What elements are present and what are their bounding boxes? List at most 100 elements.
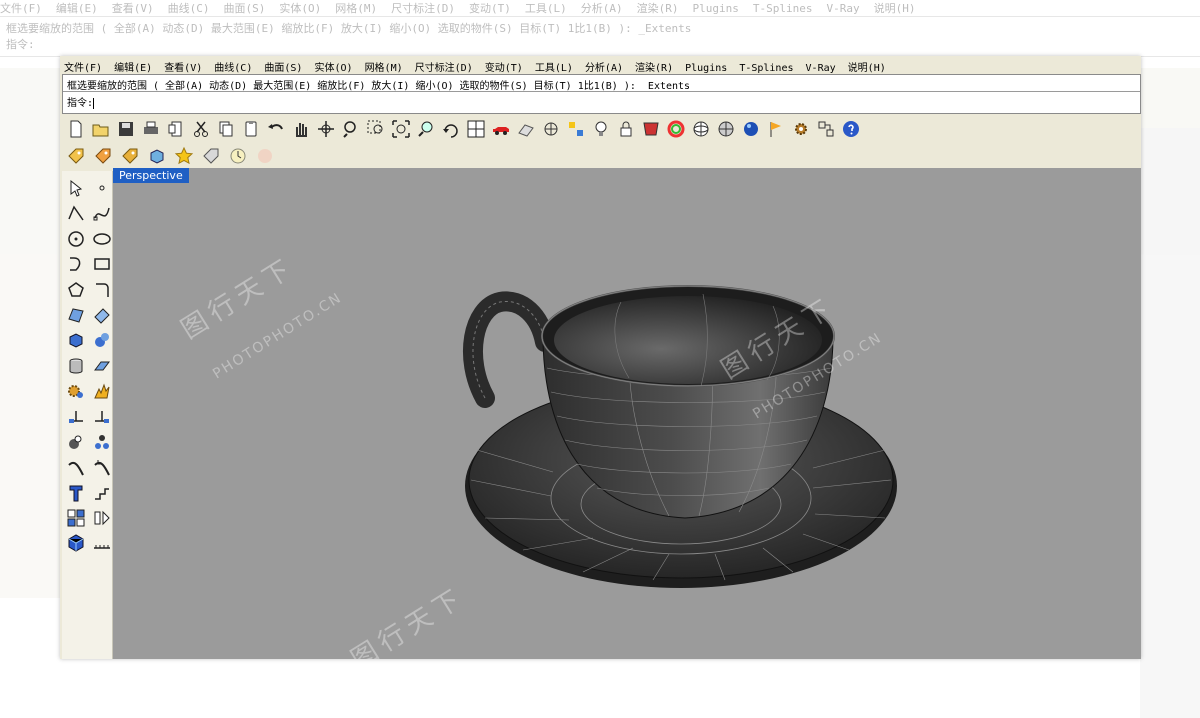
menu-transform[interactable]: 变动(T) (485, 56, 523, 74)
offset-icon[interactable] (90, 455, 114, 479)
tag-yellow-icon[interactable] (64, 145, 88, 167)
ghost-menu: 文件(F) 编辑(E) 查看(V) 曲线(C) 曲面(S) 实体(O) 网格(M) 尺寸标注(… (0, 2, 916, 14)
blue-sphere-icon[interactable] (739, 118, 763, 140)
split-icon[interactable] (64, 405, 88, 429)
viewport-title-tab[interactable]: Perspective (113, 168, 189, 183)
sphere-wire-icon[interactable] (689, 118, 713, 140)
target-icon[interactable] (539, 118, 563, 140)
group-icon[interactable] (64, 506, 88, 530)
command-label: 指令: (67, 98, 94, 109)
ellipse-icon[interactable] (90, 227, 114, 251)
sphere-solid-icon[interactable] (90, 328, 114, 352)
tool-palette (62, 171, 113, 659)
snap-icon[interactable] (564, 118, 588, 140)
menu-help[interactable]: 说明(H) (848, 56, 886, 74)
vray-icon[interactable] (253, 145, 277, 167)
point-icon[interactable] (90, 176, 114, 200)
layer-icon[interactable] (90, 506, 114, 530)
ruler-icon[interactable] (90, 531, 114, 555)
copy-icon[interactable] (214, 118, 238, 140)
menu-view[interactable]: 查看(V) (164, 56, 202, 74)
undo-icon[interactable] (264, 118, 288, 140)
print-icon[interactable] (139, 118, 163, 140)
box-solid-icon[interactable] (64, 328, 88, 352)
color-wheel-icon[interactable] (664, 118, 688, 140)
help-icon[interactable] (839, 118, 863, 140)
dimension-icon[interactable] (814, 118, 838, 140)
rhino-window: 文件(F) 编辑(E) 查看(V) 曲线(C) 曲面(S) 实体(O) 网格(M… (60, 56, 1141, 659)
command-area: 框选要缩放的范围 ( 全部(A) 动态(D) 最大范围(E) 缩放比(F) 放大… (62, 74, 1141, 114)
menu-mesh[interactable]: 网格(M) (365, 56, 403, 74)
array-icon[interactable] (90, 430, 114, 454)
save-icon[interactable] (114, 118, 138, 140)
menu-tools[interactable]: 工具(L) (535, 56, 573, 74)
circle-icon[interactable] (64, 227, 88, 251)
plugin-toolbar (64, 144, 277, 168)
curve-points-icon[interactable] (90, 201, 114, 225)
new-icon[interactable] (64, 118, 88, 140)
import-icon[interactable] (164, 118, 188, 140)
tag-orange-icon[interactable] (91, 145, 115, 167)
paste-icon[interactable] (239, 118, 263, 140)
perspective-viewport[interactable]: 图行天下 PHOTOPHOTO.CN 图行天下 PHOTOPHOTO.CN 图行… (113, 168, 1141, 659)
clock-icon[interactable] (226, 145, 250, 167)
pan-hand-icon[interactable] (289, 118, 313, 140)
rotate-view-icon[interactable] (314, 118, 338, 140)
fillet-icon[interactable] (90, 278, 114, 302)
zoom-extents-icon[interactable] (389, 118, 413, 140)
polygon-icon[interactable] (64, 278, 88, 302)
curve-blend-icon[interactable] (64, 455, 88, 479)
car-icon[interactable] (489, 118, 513, 140)
trim-icon[interactable] (90, 405, 114, 429)
select-arrow-icon[interactable] (64, 176, 88, 200)
cube-blue-icon[interactable] (64, 531, 88, 555)
menu-analyze[interactable]: 分析(A) (585, 56, 623, 74)
menu-bar: 文件(F) 编辑(E) 查看(V) 曲线(C) 曲面(S) 实体(O) 网格(M… (60, 56, 1141, 74)
material-icon[interactable] (639, 118, 663, 140)
menu-render[interactable]: 渲染(R) (635, 56, 673, 74)
cut-icon[interactable] (189, 118, 213, 140)
menu-tsplines[interactable]: T-Splines (739, 60, 793, 74)
menu-dimension[interactable]: 尺寸标注(D) (415, 56, 473, 74)
menu-surface[interactable]: 曲面(S) (264, 56, 302, 74)
standard-toolbar (64, 117, 863, 141)
zoom-selected-icon[interactable] (414, 118, 438, 140)
menu-plugins[interactable]: Plugins (685, 60, 727, 74)
menu-edit[interactable]: 编辑(E) (114, 56, 152, 74)
light-bulb-icon[interactable] (589, 118, 613, 140)
text-caret (93, 97, 95, 109)
lock-icon[interactable] (614, 118, 638, 140)
undo-view-icon[interactable] (439, 118, 463, 140)
zoom-window-icon[interactable] (364, 118, 388, 140)
extrude-icon[interactable] (90, 354, 114, 378)
text-icon[interactable] (64, 481, 88, 505)
boolean-icon[interactable] (64, 430, 88, 454)
grid-icon[interactable] (514, 118, 538, 140)
command-history: 框选要缩放的范围 ( 全部(A) 动态(D) 最大范围(E) 缩放比(F) 放大… (67, 81, 691, 92)
menu-solid[interactable]: 实体(O) (314, 56, 352, 74)
star-icon[interactable] (172, 145, 196, 167)
tag-amber-icon[interactable] (118, 145, 142, 167)
render-globe-icon[interactable] (714, 118, 738, 140)
four-viewports-icon[interactable] (464, 118, 488, 140)
menu-vray[interactable]: V-Ray (806, 60, 836, 74)
surface-edit-icon[interactable] (90, 303, 114, 327)
cylinder-icon[interactable] (64, 354, 88, 378)
teacup-model (463, 285, 897, 588)
zoom-icon[interactable] (339, 118, 363, 140)
surface-icon[interactable] (64, 303, 88, 327)
rectangle-icon[interactable] (90, 252, 114, 276)
arc-icon[interactable] (64, 252, 88, 276)
explode-icon[interactable] (90, 379, 114, 403)
gear-icon[interactable] (789, 118, 813, 140)
dimension-step-icon[interactable] (90, 481, 114, 505)
open-icon[interactable] (89, 118, 113, 140)
menu-file[interactable]: 文件(F) (64, 56, 102, 74)
polyline-icon[interactable] (64, 201, 88, 225)
tag-gray-icon[interactable] (199, 145, 223, 167)
command-input[interactable]: 指令: (67, 94, 95, 109)
puzzle-icon[interactable] (64, 379, 88, 403)
box-blue-icon[interactable] (145, 145, 169, 167)
flag-icon[interactable] (764, 118, 788, 140)
menu-curve[interactable]: 曲线(C) (214, 56, 252, 74)
